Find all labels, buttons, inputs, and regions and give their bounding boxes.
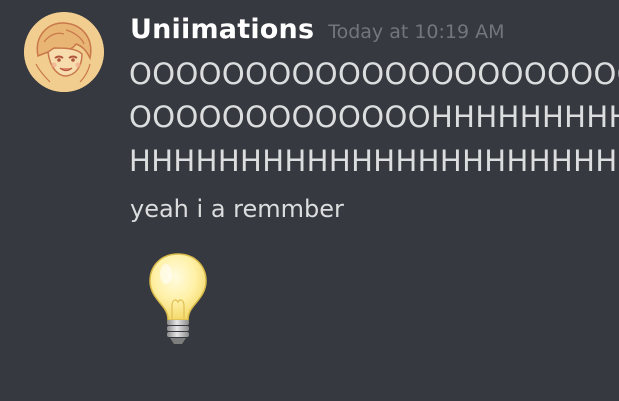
chat-view: Uniimations Today at 10:19 AM OOOOOOOOOOO… [0,0,619,401]
message-reply: yeah i a remmber [130,195,344,223]
avatar[interactable] [24,12,104,92]
message-line-1: OOOOOOOOOOOOOOOOOOOOOOOOOO [129,57,619,91]
timestamp[interactable]: Today at 10:19 AM [328,21,504,43]
avatar-image [24,12,104,92]
message-line-2: OOOOOOOOOOOOOHHHHHHHHHHHHHH [129,100,619,134]
message-header: Uniimations Today at 10:19 AM [130,14,505,45]
light-bulb-icon [142,248,214,348]
message-line-3: HHHHHHHHHHHHHHHHHHHHHHHHHHH [129,144,619,178]
username[interactable]: Uniimations [130,14,314,45]
